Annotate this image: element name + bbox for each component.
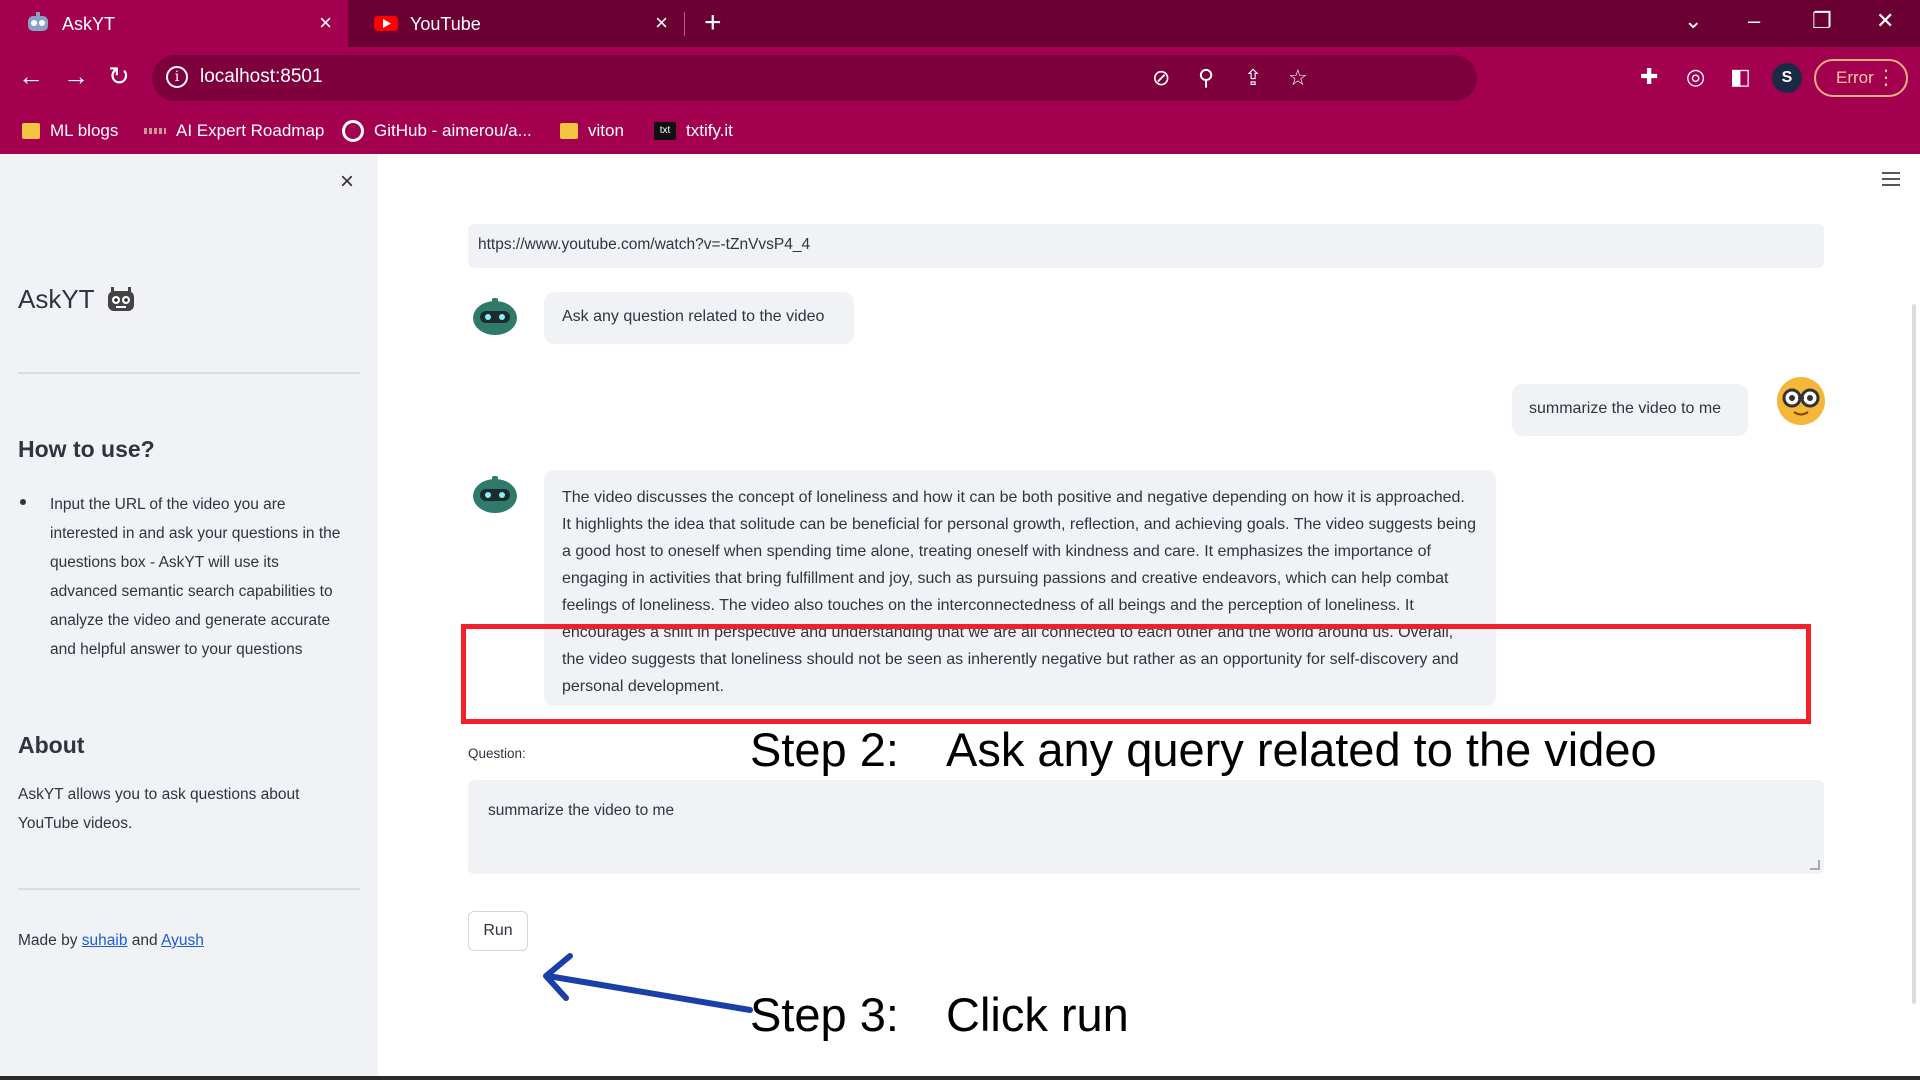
- step3-text: Click run: [946, 988, 1129, 1041]
- bookmarks-bar: ML blogs AI Expert Roadmap GitHub - aime…: [0, 109, 1920, 154]
- author-link-ayush[interactable]: Ayush: [161, 932, 204, 949]
- author-link-suhaib[interactable]: suhaib: [82, 932, 128, 949]
- folder-icon: [560, 123, 578, 139]
- extension-icon[interactable]: ◎: [1686, 64, 1705, 90]
- robot-favicon-icon: [28, 12, 48, 31]
- share-icon[interactable]: ⇪: [1244, 65, 1262, 91]
- permission-blocked-icon[interactable]: ⊘: [1152, 65, 1170, 91]
- extensions-puzzle-icon[interactable]: ✚: [1640, 64, 1658, 90]
- sidebar-close-icon[interactable]: ×: [340, 168, 354, 196]
- window-close-icon[interactable]: ✕: [1876, 6, 1894, 36]
- tab-youtube[interactable]: YouTube ×: [348, 0, 684, 47]
- list-bullet: [20, 499, 26, 505]
- user-message: summarize the video to me: [1512, 384, 1748, 436]
- app-page: × AskYT How to use? Input the URL of the…: [0, 154, 1920, 1080]
- tab-title: YouTube: [410, 14, 481, 34]
- txt-icon: txt: [654, 122, 676, 140]
- forward-arrow-icon[interactable]: →: [63, 61, 89, 91]
- bookmark-star-icon[interactable]: ☆: [1288, 65, 1308, 91]
- side-panel-icon[interactable]: ◧: [1730, 64, 1751, 90]
- scrollbar[interactable]: [1912, 304, 1916, 1004]
- divider: [18, 372, 360, 374]
- folder-icon: [22, 123, 40, 139]
- bookmark-txtify[interactable]: txt txtify.it: [654, 117, 733, 145]
- app-title: AskYT: [18, 284, 137, 315]
- tab-separator: [684, 12, 685, 36]
- profile-avatar[interactable]: S: [1772, 63, 1802, 93]
- screen: { "browser": { "tabs": [ {"title": "AskY…: [0, 0, 1920, 1080]
- roadmap-icon: [144, 128, 166, 134]
- new-tab-button[interactable]: +: [704, 8, 722, 38]
- tab-askyt[interactable]: AskYT ×: [0, 0, 348, 47]
- made-by-line: Made by suhaib and Ayush: [18, 932, 204, 949]
- tab-close-icon[interactable]: ×: [655, 11, 668, 35]
- address-bar[interactable]: i localhost:8501 ⊘ ⚲ ⇪ ☆: [152, 55, 1477, 101]
- question-label: Question:: [468, 746, 526, 761]
- step3-label: Step 3:: [750, 988, 899, 1041]
- tab-strip: AskYT × YouTube × + ⌄ – ❐ ✕: [0, 0, 1920, 47]
- restore-icon[interactable]: ❐: [1812, 6, 1832, 36]
- how-to-heading: How to use?: [18, 436, 155, 462]
- zoom-icon[interactable]: ⚲: [1198, 65, 1214, 91]
- robot-emoji-icon: [107, 286, 134, 311]
- assistant-message: Ask any question related to the video: [544, 292, 854, 344]
- divider: [18, 888, 360, 890]
- highlight-box: [461, 624, 1811, 724]
- reload-icon[interactable]: ↻: [108, 61, 130, 91]
- site-info-icon[interactable]: i: [166, 66, 188, 88]
- bookmark-ai-roadmap[interactable]: AI Expert Roadmap: [144, 117, 324, 145]
- sidebar: × AskYT How to use? Input the URL of the…: [0, 154, 378, 1080]
- menu-kebab-icon: ⋮: [1876, 67, 1896, 89]
- error-label: Error: [1836, 68, 1874, 87]
- toolbar: ← → ↻ i localhost:8501 ⊘ ⚲ ⇪ ☆ ✚ ◎ ◧ S E…: [0, 47, 1920, 109]
- how-to-item: Input the URL of the video you are inter…: [50, 496, 341, 658]
- main-menu-icon[interactable]: [1882, 172, 1900, 186]
- user-avatar-icon: [1777, 377, 1825, 425]
- about-heading: About: [18, 732, 85, 758]
- run-button[interactable]: Run: [468, 911, 528, 951]
- bot-avatar-icon: [473, 476, 517, 513]
- bookmark-ml-blogs[interactable]: ML blogs: [22, 117, 118, 145]
- resize-grip-icon[interactable]: [1810, 860, 1820, 870]
- error-button[interactable]: Error ⋮: [1814, 59, 1908, 97]
- tab-search-chevron-icon[interactable]: ⌄: [1684, 6, 1702, 36]
- youtube-favicon-icon: [374, 16, 398, 31]
- video-url-input[interactable]: https://www.youtube.com/watch?v=-tZnVvsP…: [468, 224, 1824, 268]
- minimize-icon[interactable]: –: [1748, 6, 1760, 36]
- bottom-edge: [0, 1076, 1920, 1080]
- address-text[interactable]: localhost:8501: [200, 66, 323, 88]
- tab-close-icon[interactable]: ×: [319, 11, 332, 35]
- bookmark-github[interactable]: GitHub - aimerou/a...: [342, 117, 532, 145]
- tab-title: AskYT: [62, 14, 116, 34]
- bot-avatar-icon: [473, 298, 517, 335]
- step2-text: Ask any query related to the video: [946, 723, 1657, 776]
- question-text: summarize the video to me: [488, 802, 675, 819]
- back-arrow-icon[interactable]: ←: [18, 61, 44, 91]
- step2-label: Step 2:: [750, 723, 899, 776]
- github-icon: [342, 120, 364, 142]
- browser-chrome: AskYT × YouTube × + ⌄ – ❐ ✕ ← → ↻ i loca…: [0, 0, 1920, 154]
- pointer-arrow-icon: [543, 953, 753, 1013]
- about-text: AskYT allows you to ask questions about …: [18, 786, 300, 832]
- bookmark-viton[interactable]: viton: [560, 117, 624, 145]
- question-textarea[interactable]: summarize the video to me: [468, 780, 1824, 874]
